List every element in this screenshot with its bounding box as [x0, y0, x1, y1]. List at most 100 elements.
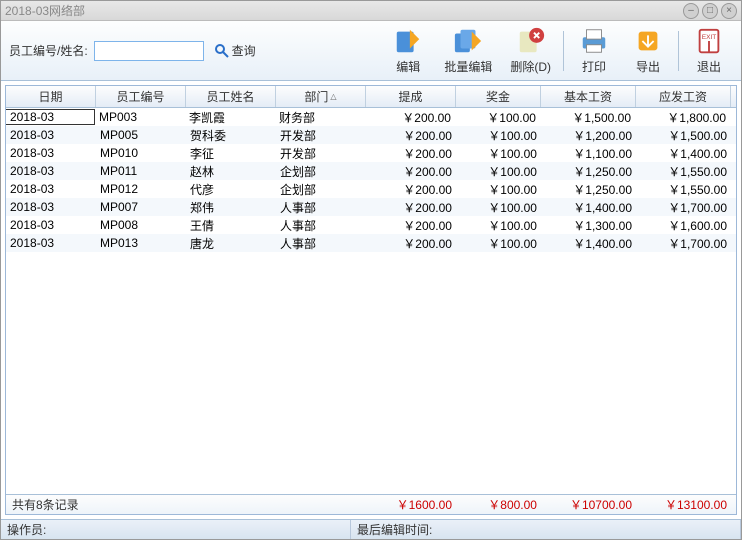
- cell[interactable]: ￥1,600.00: [636, 217, 731, 234]
- cell[interactable]: ￥1,250.00: [541, 163, 636, 180]
- cell[interactable]: 财务部: [275, 109, 365, 126]
- col-commission[interactable]: 提成: [366, 86, 456, 107]
- cell[interactable]: ￥1,500.00: [636, 127, 731, 144]
- table-row[interactable]: 2018-03MP007郑伟人事部￥200.00￥100.00￥1,400.00…: [6, 198, 736, 216]
- cell[interactable]: ￥200.00: [366, 145, 456, 162]
- cell[interactable]: MP007: [96, 200, 186, 214]
- cell[interactable]: ￥100.00: [456, 145, 541, 162]
- sum-bonus: ￥800.00: [456, 496, 541, 513]
- cell[interactable]: ￥1,250.00: [541, 181, 636, 198]
- cell[interactable]: MP012: [96, 182, 186, 196]
- cell[interactable]: ￥100.00: [456, 163, 541, 180]
- statusbar: 操作员: 最后编辑时间:: [1, 519, 741, 539]
- cell[interactable]: MP005: [96, 128, 186, 142]
- table-row[interactable]: 2018-03MP011赵林企划部￥200.00￥100.00￥1,250.00…: [6, 162, 736, 180]
- cell[interactable]: ￥200.00: [366, 235, 456, 252]
- cell[interactable]: 企划部: [276, 181, 366, 198]
- cell[interactable]: 企划部: [276, 163, 366, 180]
- cell[interactable]: ￥100.00: [456, 127, 541, 144]
- cell[interactable]: ￥1,700.00: [636, 199, 731, 216]
- cell[interactable]: 李征: [186, 145, 276, 162]
- edit-button[interactable]: 编辑: [384, 24, 432, 77]
- table-row[interactable]: 2018-03MP003李凯霞财务部￥200.00￥100.00￥1,500.0…: [6, 108, 736, 126]
- cell[interactable]: 郑伟: [186, 199, 276, 216]
- cell[interactable]: ￥1,400.00: [541, 199, 636, 216]
- cell[interactable]: 2018-03: [6, 236, 96, 250]
- maximize-button[interactable]: □: [702, 3, 718, 19]
- table-row[interactable]: 2018-03MP010李征开发部￥200.00￥100.00￥1,100.00…: [6, 144, 736, 162]
- table-row[interactable]: 2018-03MP012代彦企划部￥200.00￥100.00￥1,250.00…: [6, 180, 736, 198]
- col-base-salary[interactable]: 基本工资: [541, 86, 636, 107]
- table-row[interactable]: 2018-03MP005贺科委开发部￥200.00￥100.00￥1,200.0…: [6, 126, 736, 144]
- cell[interactable]: 赵林: [186, 163, 276, 180]
- cell[interactable]: ￥1,300.00: [541, 217, 636, 234]
- cell[interactable]: ￥100.00: [456, 217, 541, 234]
- batch-edit-button[interactable]: 批量编辑: [438, 24, 498, 77]
- cell[interactable]: 2018-03: [6, 109, 95, 125]
- cell[interactable]: MP003: [95, 110, 185, 124]
- cell[interactable]: 2018-03: [6, 218, 96, 232]
- cell[interactable]: ￥1,200.00: [541, 127, 636, 144]
- cell[interactable]: ￥200.00: [366, 181, 456, 198]
- cell[interactable]: 2018-03: [6, 164, 96, 178]
- cell[interactable]: ￥200.00: [366, 217, 456, 234]
- col-pay-salary[interactable]: 应发工资: [636, 86, 731, 107]
- print-button[interactable]: 打印: [570, 24, 618, 77]
- cell[interactable]: ￥1,700.00: [636, 235, 731, 252]
- cell[interactable]: 2018-03: [6, 182, 96, 196]
- status-lastedit: 最后编辑时间:: [351, 520, 741, 539]
- cell[interactable]: ￥200.00: [366, 163, 456, 180]
- table-body[interactable]: 2018-03MP003李凯霞财务部￥200.00￥100.00￥1,500.0…: [6, 108, 736, 494]
- cell[interactable]: 开发部: [276, 127, 366, 144]
- sum-base: ￥10700.00: [541, 496, 636, 513]
- close-button[interactable]: ×: [721, 3, 737, 19]
- table-header: 日期 员工编号 员工姓名 部门△ 提成 奖金 基本工资 应发工资: [6, 86, 736, 108]
- cell[interactable]: ￥200.00: [366, 127, 456, 144]
- cell[interactable]: 人事部: [276, 199, 366, 216]
- cell[interactable]: 人事部: [276, 235, 366, 252]
- minimize-button[interactable]: –: [683, 3, 699, 19]
- cell[interactable]: 李凯霞: [185, 109, 275, 126]
- cell[interactable]: ￥1,550.00: [636, 181, 731, 198]
- col-name[interactable]: 员工姓名: [186, 86, 276, 107]
- export-button[interactable]: 导出: [624, 24, 672, 77]
- cell[interactable]: ￥1,100.00: [541, 145, 636, 162]
- cell[interactable]: ￥1,400.00: [636, 145, 731, 162]
- cell[interactable]: MP008: [96, 218, 186, 232]
- search-input[interactable]: [94, 41, 204, 61]
- cell[interactable]: ￥100.00: [455, 109, 540, 126]
- cell[interactable]: ￥1,550.00: [636, 163, 731, 180]
- cell[interactable]: 2018-03: [6, 146, 96, 160]
- search-icon: [214, 43, 230, 59]
- cell[interactable]: 王倩: [186, 217, 276, 234]
- cell[interactable]: ￥1,800.00: [635, 109, 730, 126]
- cell[interactable]: 人事部: [276, 217, 366, 234]
- table-row[interactable]: 2018-03MP013唐龙人事部￥200.00￥100.00￥1,400.00…: [6, 234, 736, 252]
- delete-button[interactable]: 删除(D): [504, 24, 557, 77]
- col-dept[interactable]: 部门△: [276, 86, 366, 107]
- cell[interactable]: MP010: [96, 146, 186, 160]
- exit-button[interactable]: EXIT 退出: [685, 24, 733, 77]
- search-label: 员工编号/姓名:: [9, 42, 88, 59]
- cell[interactable]: 唐龙: [186, 235, 276, 252]
- sort-asc-icon: △: [330, 92, 336, 101]
- cell[interactable]: 2018-03: [6, 200, 96, 214]
- cell[interactable]: ￥100.00: [456, 199, 541, 216]
- cell[interactable]: ￥100.00: [456, 235, 541, 252]
- cell[interactable]: 2018-03: [6, 128, 96, 142]
- search-button[interactable]: 查询: [210, 40, 260, 61]
- cell[interactable]: ￥1,400.00: [541, 235, 636, 252]
- cell[interactable]: 开发部: [276, 145, 366, 162]
- cell[interactable]: ￥1,500.00: [540, 109, 635, 126]
- cell[interactable]: ￥200.00: [366, 199, 456, 216]
- cell[interactable]: ￥200.00: [365, 109, 455, 126]
- col-bonus[interactable]: 奖金: [456, 86, 541, 107]
- cell[interactable]: MP011: [96, 164, 186, 178]
- cell[interactable]: 代彦: [186, 181, 276, 198]
- cell[interactable]: ￥100.00: [456, 181, 541, 198]
- table-row[interactable]: 2018-03MP008王倩人事部￥200.00￥100.00￥1,300.00…: [6, 216, 736, 234]
- cell[interactable]: MP013: [96, 236, 186, 250]
- col-date[interactable]: 日期: [6, 86, 96, 107]
- col-empno[interactable]: 员工编号: [96, 86, 186, 107]
- cell[interactable]: 贺科委: [186, 127, 276, 144]
